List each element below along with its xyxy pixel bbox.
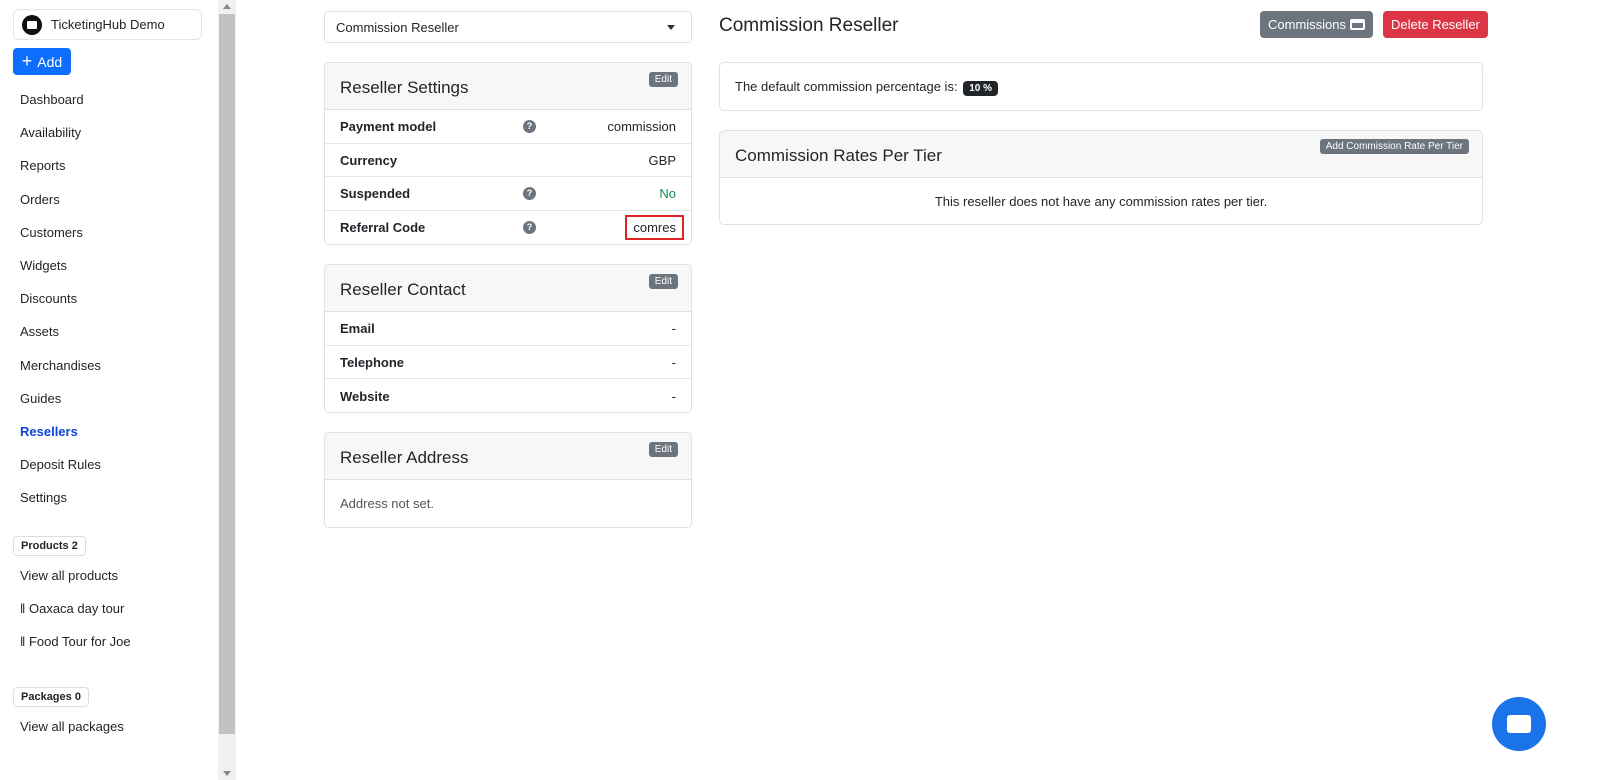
sidebar-item-resellers[interactable]: Resellers	[20, 422, 101, 455]
sidebar-item-orders[interactable]: Orders	[20, 190, 101, 223]
ticketinghub-logo-icon	[22, 14, 42, 35]
address-text: Address not set.	[340, 496, 434, 511]
row-label: Telephone	[340, 354, 405, 370]
sidebar-item-availability[interactable]: Availability	[20, 123, 101, 156]
products-badge: Products 2	[13, 536, 86, 556]
card-title: Reseller Address	[340, 448, 469, 467]
row-label: Currency	[340, 152, 398, 168]
sidebar-item-settings[interactable]: Settings	[20, 488, 101, 521]
row-value: No	[659, 186, 676, 202]
sidebar: TicketingHub Demo + Add Dashboard Availab…	[0, 0, 218, 780]
sidebar-item-customers[interactable]: Customers	[20, 223, 101, 256]
card-title: Commission Rates Per Tier	[735, 146, 942, 165]
add-commission-rate-button[interactable]: Add Commission Rate Per Tier	[1319, 139, 1469, 154]
default-commission-badge: 10 %	[963, 81, 998, 96]
add-button[interactable]: + Add	[13, 48, 71, 75]
table-row: Payment model? commission	[325, 110, 691, 144]
table-row: Suspended? No	[325, 177, 691, 212]
edit-address-button[interactable]: Edit	[648, 442, 678, 457]
scrollbar-thumb[interactable]	[219, 14, 235, 734]
table-row: Telephone -	[325, 346, 691, 380]
drag-handle-icon: ‖	[20, 601, 29, 616]
product-name: Food Tour for Joe	[28, 634, 131, 649]
account-switcher[interactable]: TicketingHub Demo	[13, 9, 202, 40]
row-value: -	[671, 320, 676, 336]
row-value: commission	[607, 118, 676, 134]
card-title: Reseller Settings	[340, 78, 469, 97]
reseller-select-value: Commission Reseller	[336, 20, 459, 35]
add-label: Add	[37, 53, 63, 70]
row-value: -	[671, 354, 676, 370]
delete-reseller-button[interactable]: Delete Reseller	[1383, 11, 1488, 38]
row-value: -	[671, 388, 676, 404]
chat-icon	[1507, 715, 1531, 733]
referral-code-value: comres	[625, 215, 684, 241]
page-title: Commission Reseller	[719, 15, 899, 36]
drag-handle-icon: ‖	[20, 634, 29, 649]
packages-badge: Packages 0	[13, 687, 89, 707]
caret-down-icon	[667, 25, 675, 30]
row-label: Suspended	[340, 186, 411, 202]
table-row: Email -	[325, 312, 691, 346]
tiers-empty-text: This reseller does not have any commissi…	[934, 194, 1268, 209]
commissions-label: Commissions	[1268, 17, 1347, 32]
credit-card-icon	[1350, 19, 1366, 30]
reseller-address-card: Reseller Address Edit Address not set.	[324, 432, 692, 528]
reseller-select[interactable]: Commission Reseller	[324, 11, 692, 43]
row-label: Website	[340, 388, 390, 404]
sidebar-nav: Dashboard Availability Reports Orders Cu…	[20, 90, 101, 521]
sidebar-item-guides[interactable]: Guides	[20, 389, 101, 422]
sidebar-item-dashboard[interactable]: Dashboard	[20, 90, 101, 123]
default-commission-text: The default commission percentage is:	[735, 79, 958, 94]
edit-settings-button[interactable]: Edit	[648, 72, 678, 87]
sidebar-item-widgets[interactable]: Widgets	[20, 256, 101, 289]
reseller-settings-card: Reseller Settings Edit Payment model? comm…	[324, 62, 692, 245]
scroll-down-icon[interactable]	[223, 771, 231, 776]
row-label: Payment model	[340, 118, 437, 134]
plus-icon: +	[21, 51, 33, 71]
card-title: Reseller Contact	[340, 280, 466, 299]
scroll-up-icon[interactable]	[223, 4, 231, 9]
view-all-products-link[interactable]: View all products	[20, 568, 118, 583]
row-label: Referral Code	[340, 220, 426, 236]
row-value: GBP	[648, 152, 676, 168]
sidebar-item-merchandises[interactable]: Merchandises	[20, 356, 101, 389]
edit-contact-button[interactable]: Edit	[648, 274, 678, 289]
brand-name: TicketingHub Demo	[51, 17, 165, 32]
commissions-button[interactable]: Commissions	[1260, 11, 1374, 38]
row-label: Email	[340, 320, 375, 336]
sidebar-item-reports[interactable]: Reports	[20, 156, 101, 189]
sidebar-item-assets[interactable]: Assets	[20, 322, 101, 355]
sidebar-scrollbar[interactable]	[218, 0, 236, 780]
product-link[interactable]: ‖ Food Tour for Joe	[20, 634, 131, 649]
commission-tiers-card: Commission Rates Per Tier Add Commission …	[719, 130, 1483, 225]
table-row: Referral Code? comres	[325, 211, 691, 244]
chat-button[interactable]	[1492, 697, 1546, 751]
product-name: Oaxaca day tour	[28, 601, 125, 616]
sidebar-item-discounts[interactable]: Discounts	[20, 289, 101, 322]
view-all-packages-link[interactable]: View all packages	[20, 719, 124, 734]
sidebar-item-deposit-rules[interactable]: Deposit Rules	[20, 455, 101, 488]
reseller-contact-card: Reseller Contact Edit Email - Telephone - W…	[324, 264, 692, 413]
table-row: Website -	[325, 379, 691, 412]
default-commission-card: The default commission percentage is: 10…	[719, 62, 1483, 111]
table-row: Currency GBP	[325, 144, 691, 178]
product-link[interactable]: ‖ Oaxaca day tour	[20, 601, 124, 616]
help-icon[interactable]: ?	[523, 119, 536, 133]
